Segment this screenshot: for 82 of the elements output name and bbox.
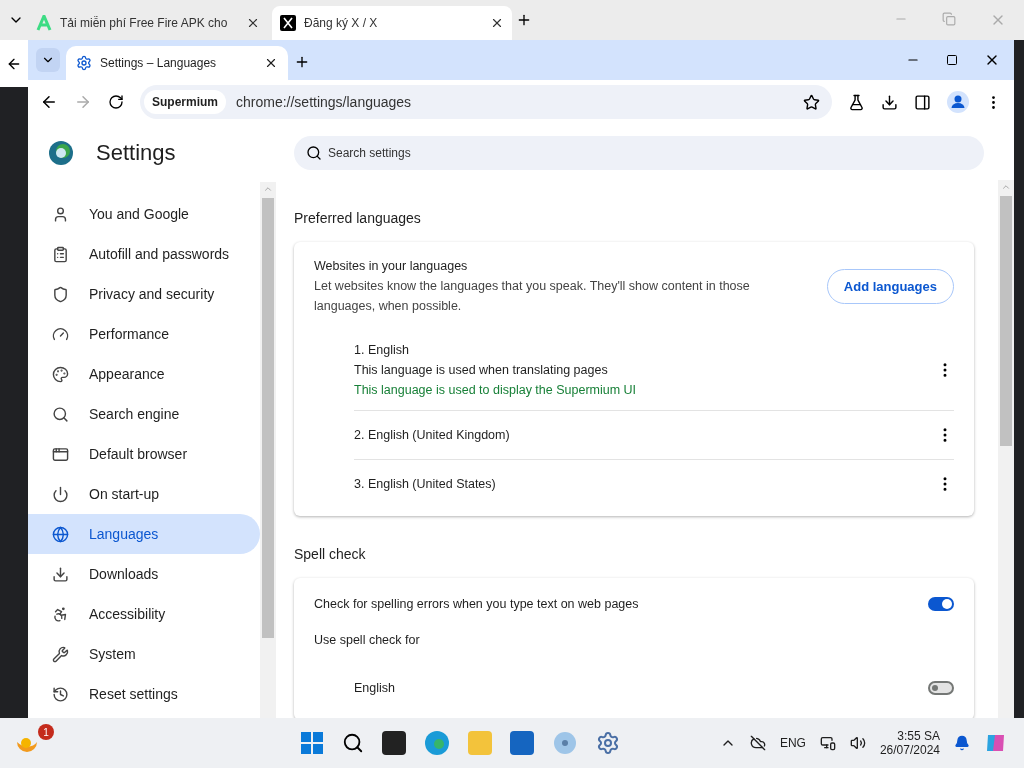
spell-language-name: English	[354, 680, 396, 697]
sidebar-item[interactable]: Default browser	[28, 434, 260, 474]
add-languages-button[interactable]: Add languages	[826, 268, 954, 304]
bell-icon[interactable]	[954, 735, 970, 751]
sidebar-item[interactable]: Privacy and security	[28, 274, 260, 314]
reload-icon[interactable]	[108, 94, 124, 110]
clock-time[interactable]: 3:55 SA	[897, 729, 940, 743]
network-icon[interactable]	[819, 735, 836, 751]
sidebar-item[interactable]: Accessibility	[28, 594, 260, 634]
spell-check-label: Check for spelling errors when you type text on web pages	[314, 596, 640, 613]
person-icon	[52, 205, 69, 223]
accessibility-icon	[52, 605, 69, 623]
gear-icon[interactable]	[596, 731, 620, 755]
browser-tab[interactable]: Đăng ký X / X	[272, 6, 512, 40]
language-name: 3. English (United States)	[354, 476, 497, 493]
power-icon	[52, 485, 69, 503]
shield-icon	[52, 285, 69, 303]
sidebar-item[interactable]: You and Google	[28, 194, 260, 234]
bookmark-star-icon[interactable]	[803, 93, 820, 111]
search-icon[interactable]	[342, 732, 364, 754]
url-text: chrome://settings/languages	[236, 94, 413, 110]
close-icon[interactable]	[490, 16, 504, 30]
site-chip[interactable]: Supermium	[144, 90, 226, 114]
gear-icon	[76, 55, 92, 71]
sidebar-item[interactable]: Downloads	[28, 554, 260, 594]
letter-logo-icon	[36, 15, 52, 31]
close-icon[interactable]	[246, 16, 260, 30]
start-icon[interactable]	[300, 731, 324, 755]
sidebar-item[interactable]: Search engine	[28, 394, 260, 434]
scrollbar[interactable]	[260, 182, 276, 718]
sidebar-item[interactable]: Languages	[28, 514, 260, 554]
cloud-off-icon[interactable]	[749, 735, 766, 751]
side-panel-icon[interactable]	[914, 93, 931, 111]
scrollbar[interactable]	[998, 180, 1014, 718]
gauge-icon	[52, 325, 69, 343]
notification-badge: 1	[38, 724, 54, 740]
sidebar-item[interactable]: On start-up	[28, 474, 260, 514]
wrench-icon	[52, 645, 69, 663]
search-field[interactable]: Search settings	[294, 136, 984, 170]
tab-search-button[interactable]	[36, 48, 60, 72]
sidebar-item[interactable]: System	[28, 634, 260, 674]
new-tab-icon[interactable]	[516, 12, 532, 28]
language-name: 2. English (United Kingdom)	[354, 427, 511, 444]
address-bar[interactable]: Supermium chrome://settings/languages	[140, 85, 832, 119]
browser-tab[interactable]: Settings – Languages	[66, 46, 288, 80]
history-icon	[52, 685, 69, 703]
back-icon[interactable]	[40, 93, 58, 111]
toggle-switch[interactable]	[928, 597, 954, 611]
toggle-switch[interactable]	[928, 681, 954, 695]
settings-title: Settings	[96, 140, 176, 166]
card-title: Websites in your languages	[314, 258, 469, 275]
language-name: 1. English	[354, 342, 410, 359]
palette-icon	[52, 365, 69, 383]
profile-icon[interactable]	[947, 91, 969, 113]
volume-icon[interactable]	[849, 735, 866, 751]
disc-icon[interactable]	[552, 730, 578, 756]
globe-logo-icon	[48, 140, 74, 166]
search-icon	[52, 405, 69, 423]
section-heading: Preferred languages	[294, 210, 422, 226]
clipboard-icon	[52, 245, 69, 263]
sidebar-item[interactable]: Reset settings	[28, 674, 260, 714]
download-icon	[52, 565, 69, 583]
new-tab-icon[interactable]	[294, 54, 310, 70]
sidebar-item[interactable]: Autofill and passwords	[28, 234, 260, 274]
section-heading: Spell check	[294, 546, 367, 562]
maximize-icon[interactable]	[946, 54, 958, 66]
language-ui-note: This language is used to display the Supermium UI	[354, 382, 638, 399]
input-language[interactable]: ENG	[779, 736, 806, 750]
clock-date[interactable]: 26/07/2024	[879, 743, 940, 757]
card-description: Let websites know the languages that you speak. They'll show content in those languages, when possible.	[314, 278, 751, 315]
language-note: This language is used when translating pages	[354, 362, 609, 379]
sidebar-item[interactable]: Appearance	[28, 354, 260, 394]
browser-window-icon	[52, 445, 69, 463]
spell-check-for-label: Use spell check for	[314, 632, 420, 649]
search-icon	[306, 145, 322, 161]
globe-icon	[52, 525, 69, 543]
browser-tab[interactable]: Tải miễn phí Free Fire APK cho	[28, 6, 268, 40]
flask-icon[interactable]	[848, 93, 865, 111]
sidebar-item[interactable]: Performance	[28, 314, 260, 354]
x-logo-icon	[280, 15, 296, 31]
download-icon[interactable]	[881, 93, 898, 111]
close-icon[interactable]	[264, 56, 278, 70]
